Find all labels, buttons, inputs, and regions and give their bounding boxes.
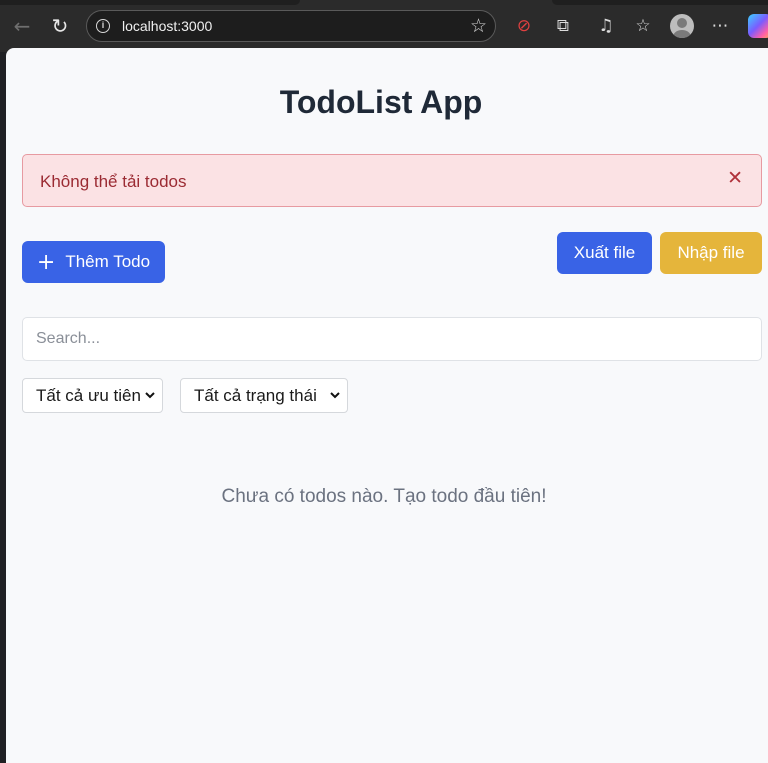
browser-toolbar: ← ↻ i localhost:3000 ☆ ⊘ ⧉ ♫ ☆ ⋯ [0, 0, 768, 52]
address-url[interactable]: localhost:3000 [122, 18, 212, 34]
favorites-icon[interactable]: ☆ [631, 14, 655, 38]
media-icon[interactable]: ♫ [594, 14, 618, 38]
address-bar[interactable]: i localhost:3000 ☆ [86, 10, 496, 42]
import-file-label: Nhập file [677, 243, 745, 262]
export-file-label: Xuất file [573, 243, 636, 262]
extensions-icon[interactable]: ⧉ [551, 14, 575, 38]
import-file-button[interactable]: Nhập file [660, 232, 762, 274]
copilot-icon[interactable] [748, 14, 768, 38]
add-todo-label: Thêm Todo [65, 252, 151, 271]
error-alert: Không thể tải todos ✕ [22, 154, 762, 207]
alert-message: Không thể tải todos [40, 172, 187, 191]
status-filter-value: Tất cả trạng thái [194, 385, 317, 405]
priority-filter-value: Tất cả ưu tiên [36, 385, 141, 405]
add-todo-button[interactable]: + Thêm Todo [22, 241, 165, 283]
tab-strip [0, 0, 300, 5]
export-file-button[interactable]: Xuất file [557, 232, 652, 274]
close-icon[interactable]: ✕ [727, 167, 743, 189]
status-filter-select[interactable]: Tất cả trạng thái [180, 378, 348, 413]
tab-strip-right [552, 0, 768, 5]
more-icon[interactable]: ⋯ [708, 14, 732, 38]
star-icon[interactable]: ☆ [470, 15, 487, 37]
chevron-down-icon [330, 392, 340, 399]
chevron-down-icon [145, 392, 155, 399]
search-input[interactable] [22, 317, 762, 361]
back-icon[interactable]: ← [8, 12, 36, 40]
priority-filter-select[interactable]: Tất cả ưu tiên [22, 378, 163, 413]
tracking-blocked-icon[interactable]: ⊘ [512, 14, 536, 38]
info-icon[interactable]: i [96, 19, 110, 33]
page-title: TodoList App [279, 84, 483, 120]
plus-icon: + [36, 249, 56, 275]
profile-avatar[interactable] [670, 14, 694, 38]
reload-icon[interactable]: ↻ [46, 12, 74, 40]
empty-state-message: Chưa có todos nào. Tạo todo đầu tiên! [221, 486, 547, 507]
